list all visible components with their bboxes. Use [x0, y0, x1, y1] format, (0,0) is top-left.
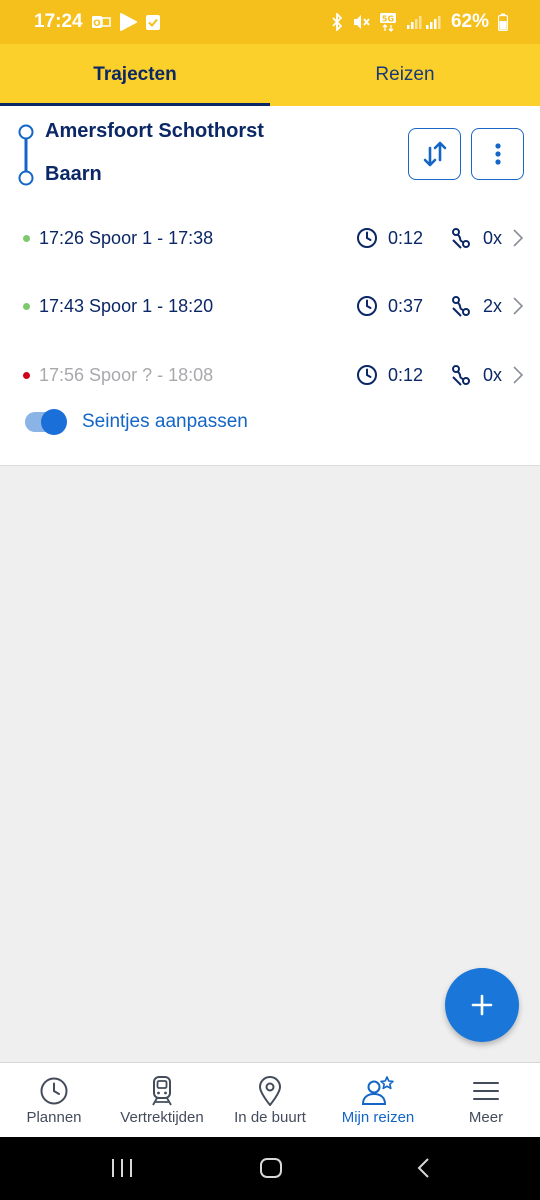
network-5g-icon: 5G [379, 12, 397, 32]
more-options-button[interactable] [471, 128, 524, 180]
notifications-toggle[interactable] [25, 409, 67, 435]
trip-status-dot [23, 371, 30, 379]
trip-row[interactable]: 17:26 Spoor 1 - 17:38 0:12 0x [0, 218, 540, 258]
signal-icon [406, 14, 442, 30]
tab-bar: Trajecten Reizen [0, 44, 540, 106]
trip-row[interactable]: 17:56 Spoor ? - 18:08 0:12 0x [0, 355, 540, 395]
nav-label: Meer [468, 1109, 504, 1126]
trip-row[interactable]: 17:43 Spoor 1 - 18:20 0:37 2x [0, 286, 540, 326]
clock-icon [39, 1076, 69, 1106]
chevron-right-icon [513, 229, 524, 247]
trip-status-dot [23, 302, 30, 310]
trip-duration: 0:12 [388, 364, 424, 385]
nav-label: Plannen [26, 1109, 82, 1126]
network-label: 5G [382, 15, 394, 24]
recent-apps-icon[interactable] [110, 1157, 134, 1179]
plus-icon [471, 994, 493, 1016]
add-route-button[interactable] [445, 968, 519, 1042]
clock-icon [357, 228, 377, 248]
trip-duration: 0:12 [388, 227, 424, 248]
tab-trajecten[interactable]: Trajecten [0, 44, 270, 106]
trip-transfers: 2x [483, 295, 503, 316]
nav-label: In de buurt [234, 1109, 306, 1126]
back-icon[interactable] [416, 1157, 432, 1179]
nav-in-de-buurt[interactable]: In de buurt [216, 1063, 324, 1137]
battery-level: 62% [450, 11, 489, 32]
chevron-right-icon [513, 297, 524, 315]
status-time: 17:24 [34, 11, 83, 32]
chevron-right-icon [513, 366, 524, 384]
route-line-icon [18, 124, 34, 186]
notifications-toggle-label: Seintjes aanpassen [82, 411, 248, 432]
trip-transfers: 0x [483, 227, 503, 248]
nav-label: Mijn reizen [341, 1109, 415, 1126]
status-bar: 17:24 O 5G 62% [0, 0, 540, 44]
clock-icon [357, 365, 377, 385]
trip-duration: 0:37 [388, 295, 424, 316]
trip-times: 17:26 Spoor 1 - 17:38 [39, 227, 214, 248]
location-pin-icon [258, 1076, 282, 1106]
swap-direction-button[interactable] [408, 128, 461, 180]
bluetooth-icon [331, 13, 343, 31]
play-icon [119, 13, 137, 31]
nav-label: Vertrektijden [120, 1109, 204, 1126]
system-navigation-bar [0, 1137, 540, 1200]
route-card: Amersfoort Schothorst Baarn 17:26 Spoor … [0, 106, 540, 466]
notifications-toggle-row[interactable]: Seintjes aanpassen [25, 409, 248, 435]
nav-vertrektijden[interactable]: Vertrektijden [108, 1063, 216, 1137]
trip-times: 17:43 Spoor 1 - 18:20 [39, 295, 214, 316]
menu-icon [472, 1076, 500, 1106]
bottom-navigation: Plannen Vertrektijden In de buurt Mijn r… [0, 1062, 540, 1137]
nav-meer[interactable]: Meer [432, 1063, 540, 1137]
kebab-menu-icon [494, 143, 501, 165]
transfer-icon [452, 228, 470, 249]
outlook-icon: O [91, 14, 111, 30]
clock-icon [357, 296, 377, 316]
from-station: Amersfoort Schothorst [45, 120, 264, 142]
trip-transfers: 0x [483, 364, 503, 385]
swap-arrows-icon [423, 141, 446, 167]
toggle-knob [41, 409, 67, 435]
checkbox-icon [145, 13, 161, 31]
home-icon[interactable] [259, 1157, 283, 1179]
transfer-icon [452, 365, 470, 386]
transfer-icon [452, 296, 470, 317]
mute-icon [352, 13, 370, 31]
person-star-icon [361, 1076, 395, 1106]
trip-times: 17:56 Spoor ? - 18:08 [39, 364, 214, 385]
to-station: Baarn [45, 163, 102, 185]
nav-mijn-reizen[interactable]: Mijn reizen [324, 1063, 432, 1137]
nav-plannen[interactable]: Plannen [0, 1063, 108, 1137]
battery-icon [498, 13, 508, 31]
train-icon [149, 1076, 175, 1106]
trip-status-dot [23, 234, 30, 242]
svg-text:O: O [93, 19, 101, 29]
tab-reizen[interactable]: Reizen [270, 44, 540, 106]
